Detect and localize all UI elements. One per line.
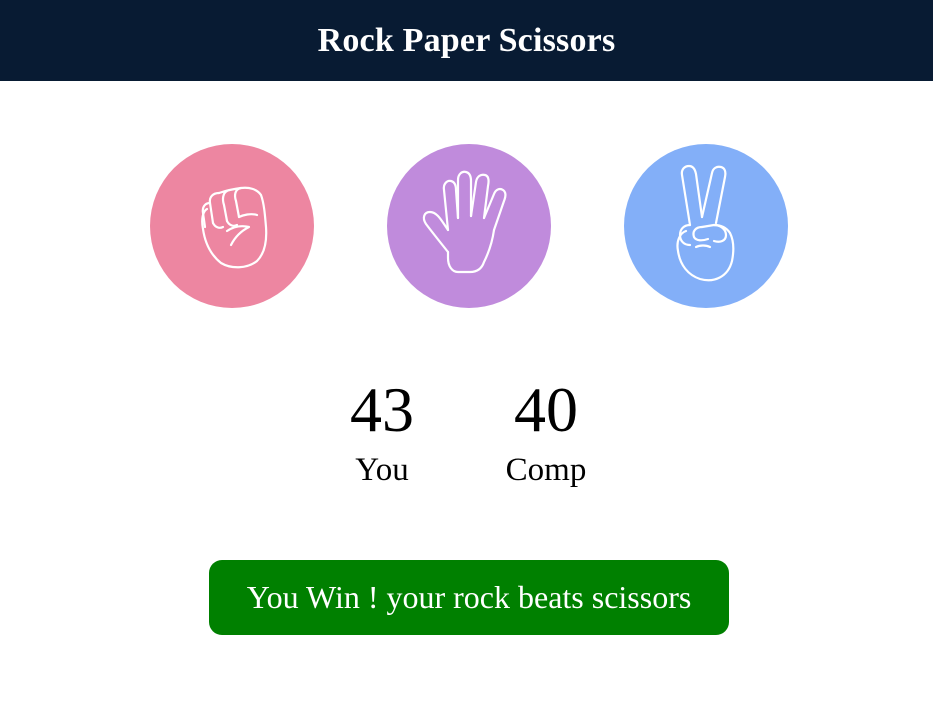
rock-button[interactable] [150, 144, 314, 308]
open-hand-icon [422, 170, 507, 274]
peace-hand-icon [676, 164, 735, 282]
paper-button[interactable] [387, 144, 551, 308]
app-title: Rock Paper Scissors [317, 21, 616, 59]
comp-score-label: Comp [505, 452, 587, 488]
user-score-value: 43 [350, 374, 414, 445]
scissors-button[interactable] [624, 144, 788, 308]
comp-score: 40 Comp [476, 372, 616, 490]
user-score-label: You [355, 452, 409, 488]
app-header: Rock Paper Scissors [0, 0, 933, 81]
comp-score-value: 40 [514, 374, 578, 445]
fist-icon [201, 186, 268, 269]
user-score: 43 You [312, 372, 452, 490]
result-message: You Win ! your rock beats scissors [209, 560, 729, 635]
